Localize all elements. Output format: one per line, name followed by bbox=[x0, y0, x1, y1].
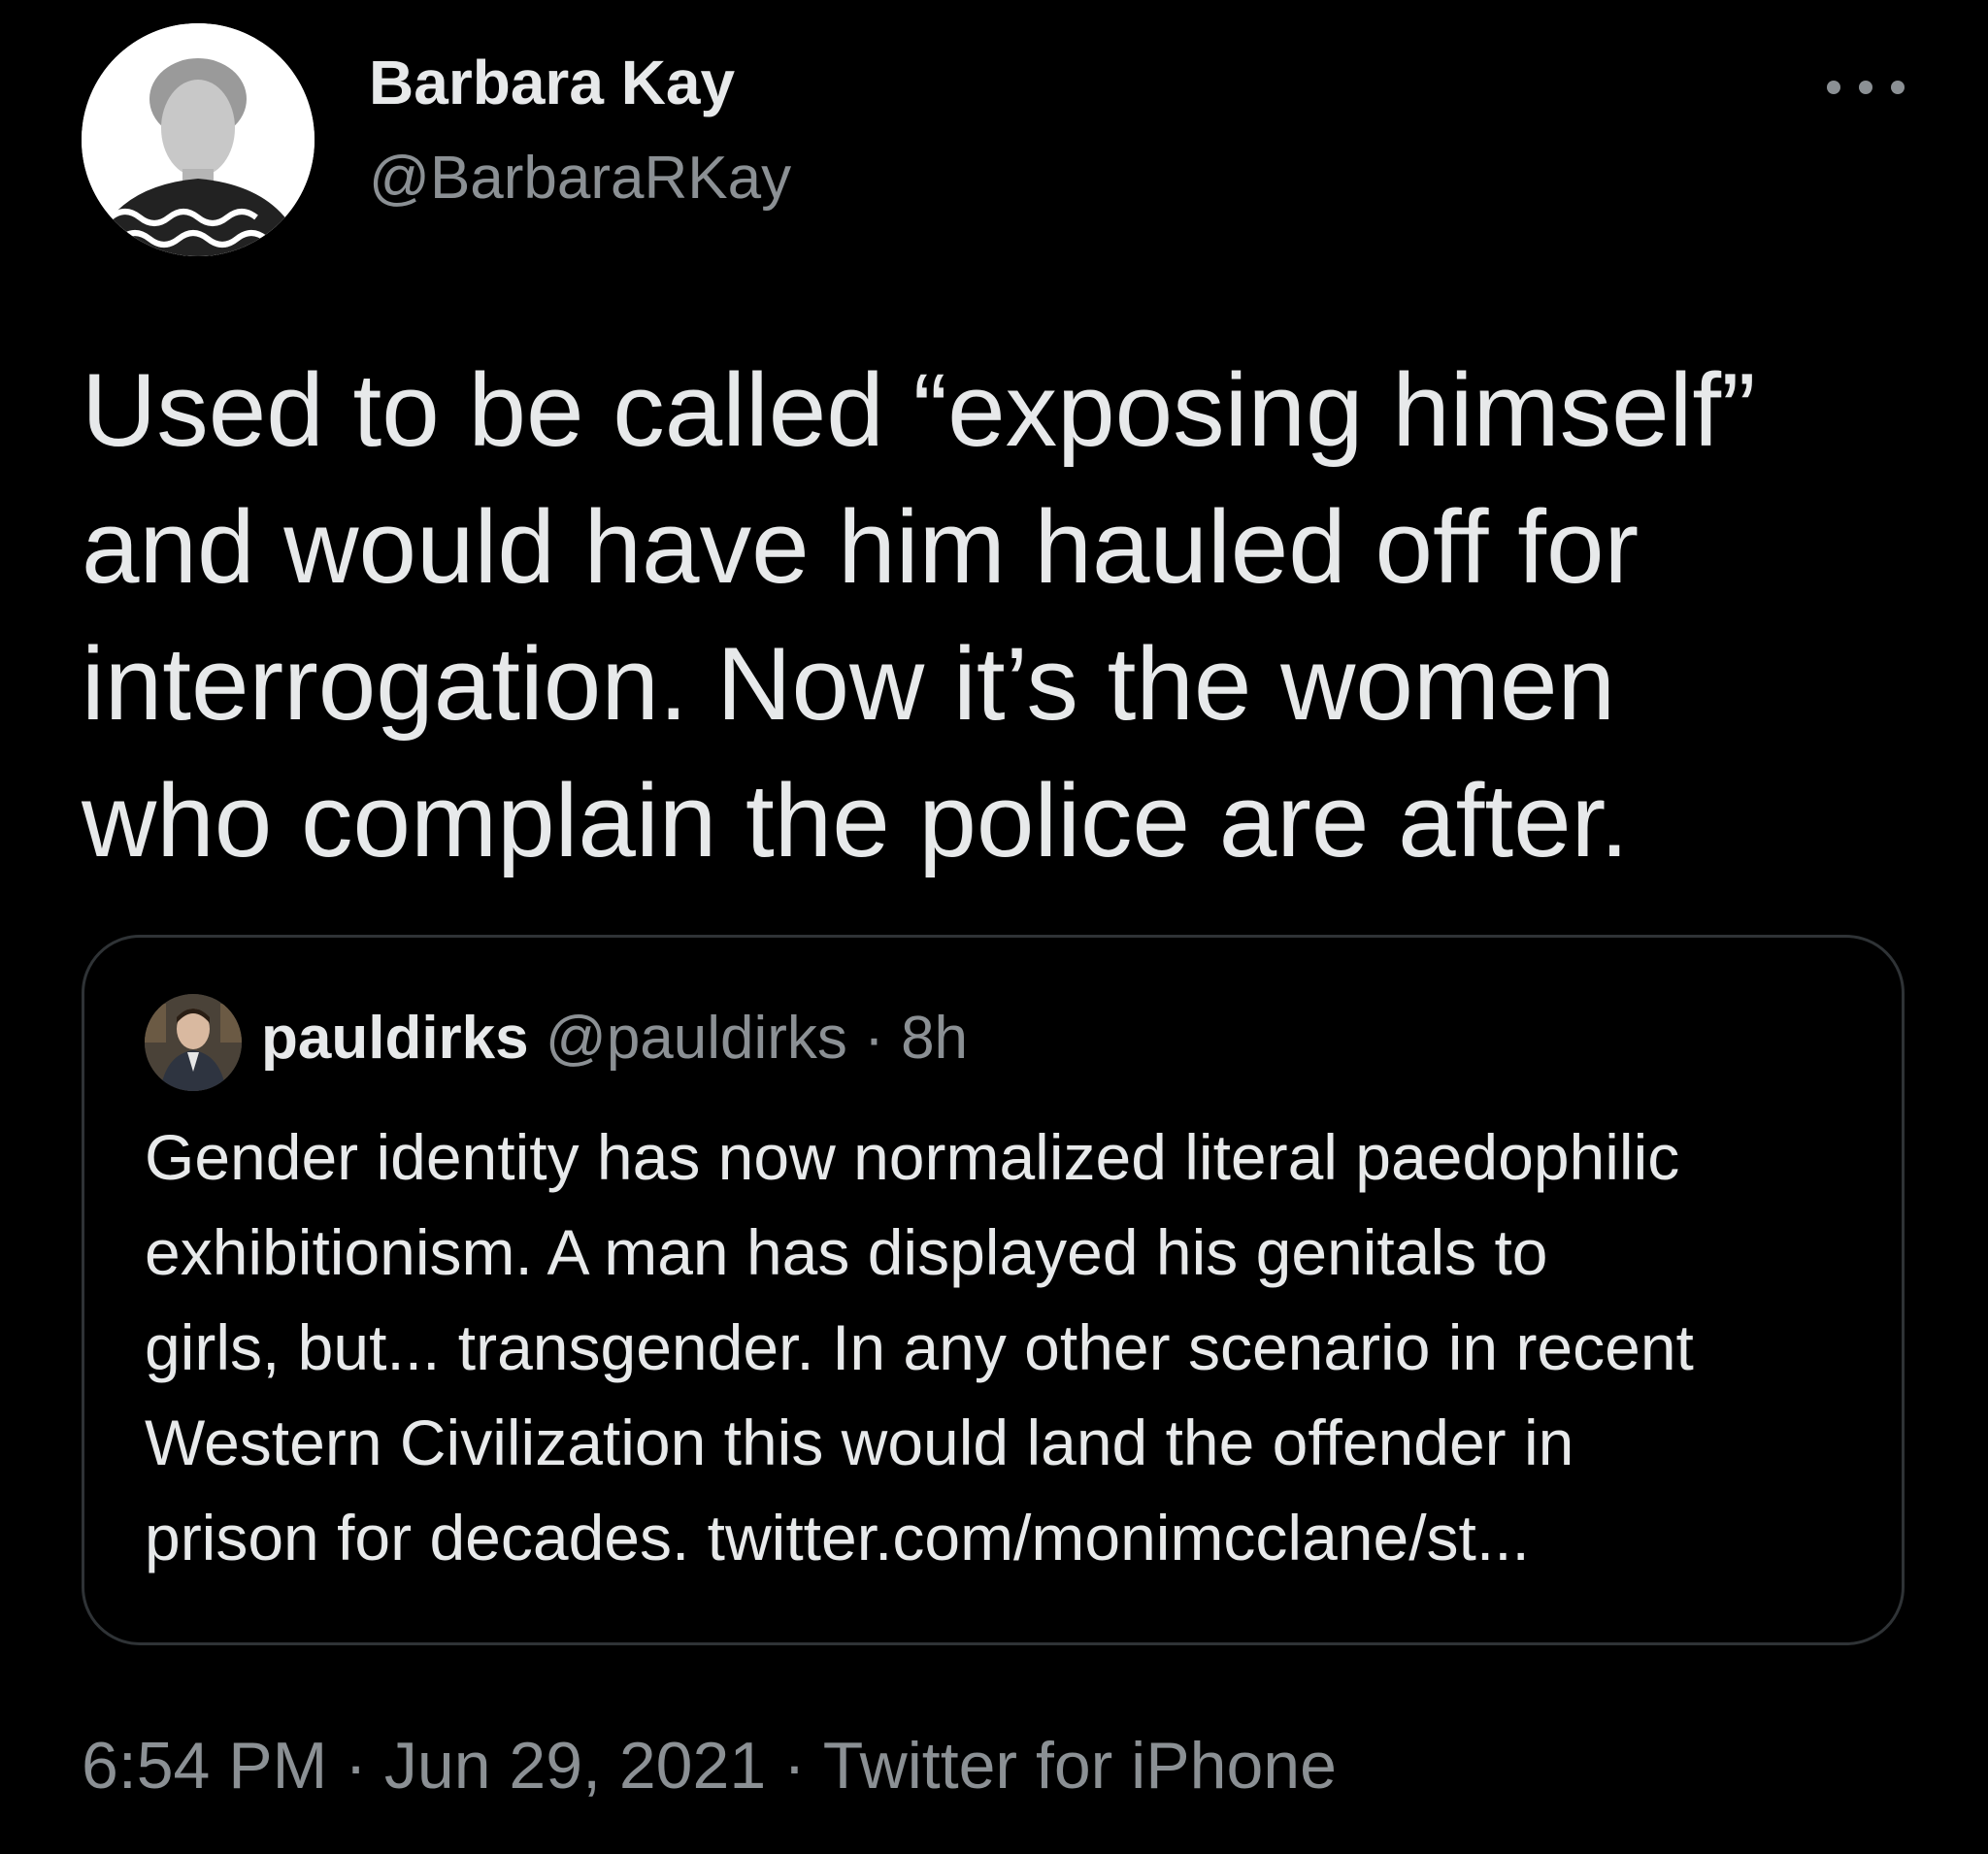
quoted-header-separator: · bbox=[864, 1005, 884, 1072]
tweet-meta: 6:54 PM · Jun 29, 2021 · Twitter for iPhone bbox=[82, 1728, 1337, 1804]
author-avatar-image bbox=[82, 23, 315, 256]
more-horizontal-icon-dot bbox=[1859, 81, 1872, 94]
author-avatar[interactable] bbox=[82, 23, 315, 256]
tweet-source[interactable]: Twitter for iPhone bbox=[823, 1729, 1337, 1803]
quoted-tweet-card[interactable]: pauldirks @pauldirks · 8h Gender identit… bbox=[82, 935, 1905, 1645]
tweet: Barbara Kay @BarbaraRKay Used to be call… bbox=[0, 0, 1988, 1854]
author-handle[interactable]: @BarbaraRKay bbox=[369, 144, 791, 213]
more-options-button[interactable] bbox=[1827, 68, 1905, 107]
quoted-tweet-header: pauldirks @pauldirks · 8h bbox=[261, 1004, 968, 1073]
quoted-author-avatar-image bbox=[145, 994, 242, 1091]
quoted-text-line: exhibitionism. A man has displayed his g… bbox=[145, 1216, 1548, 1288]
tweet-text-line: and would have him hauled off for bbox=[82, 488, 1640, 605]
tweet-timestamp[interactable]: 6:54 PM bbox=[82, 1729, 327, 1803]
tweet-text-line: who complain the police are after. bbox=[82, 762, 1630, 878]
quoted-text-line: Western Civilization this would land the… bbox=[145, 1407, 1574, 1478]
more-horizontal-icon-dot bbox=[1891, 81, 1905, 94]
more-horizontal-icon bbox=[1827, 81, 1840, 94]
author-display-name[interactable]: Barbara Kay bbox=[369, 47, 735, 118]
quoted-tweet-time[interactable]: 8h bbox=[901, 1005, 968, 1072]
quoted-text-line: prison for decades. twitter.com/monimccl… bbox=[145, 1502, 1530, 1573]
quoted-tweet-text: Gender identity has now normalized liter… bbox=[145, 1109, 1882, 1585]
quoted-text-line: Gender identity has now normalized liter… bbox=[145, 1121, 1680, 1193]
tweet-text-line: Used to be called “exposing himself” bbox=[82, 351, 1756, 468]
tweet-date[interactable]: Jun 29, 2021 bbox=[384, 1729, 766, 1803]
quoted-text-line: girls, but... transgender. In any other … bbox=[145, 1311, 1694, 1383]
tweet-text: Used to be called “exposing himself” and… bbox=[82, 342, 1926, 889]
meta-separator: · bbox=[783, 1729, 806, 1803]
meta-separator: · bbox=[345, 1729, 367, 1803]
quoted-author-display-name[interactable]: pauldirks bbox=[261, 1005, 529, 1072]
quoted-author-avatar[interactable] bbox=[145, 994, 242, 1091]
tweet-text-line: interrogation. Now it’s the women bbox=[82, 625, 1616, 742]
quoted-author-handle[interactable]: @pauldirks bbox=[546, 1005, 847, 1072]
